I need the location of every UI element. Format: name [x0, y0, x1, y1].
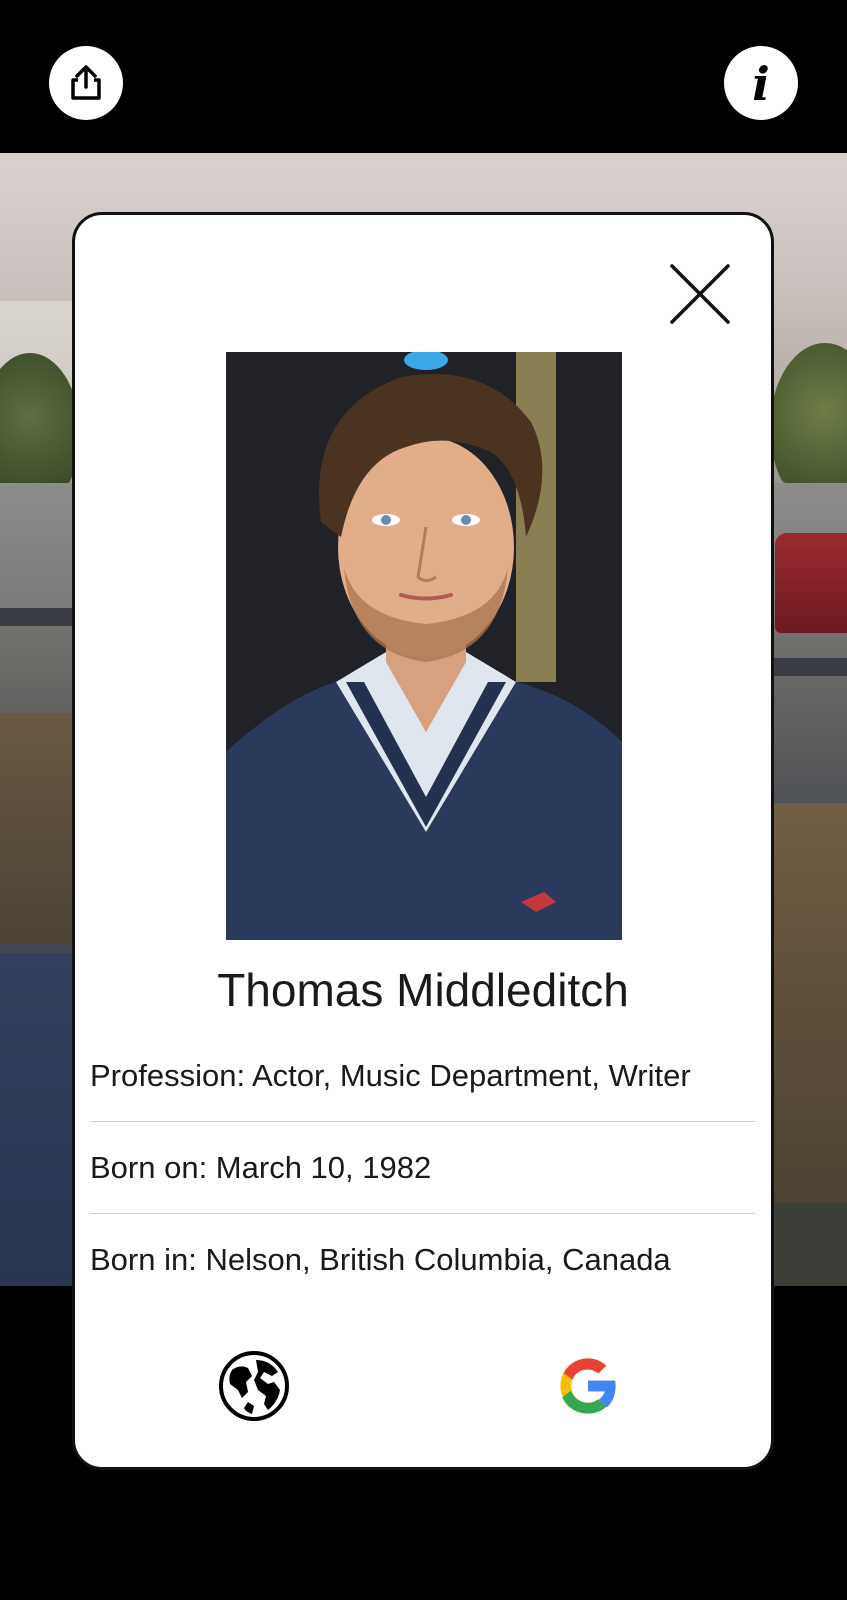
share-icon — [71, 65, 101, 100]
person-name: Thomas Middleditch — [217, 964, 629, 1016]
birth-date-row: Born on: March 10, 1982 — [90, 1122, 756, 1214]
info-button[interactable]: i — [724, 46, 798, 120]
background-railing — [0, 608, 75, 626]
web-search-button[interactable] — [217, 1349, 291, 1423]
top-bar: i — [0, 0, 847, 153]
background-ground — [770, 1203, 847, 1286]
share-button[interactable] — [49, 46, 123, 120]
background-railing — [770, 658, 847, 676]
globe-icon — [219, 1351, 289, 1421]
google-icon — [560, 1358, 618, 1414]
google-search-button[interactable] — [551, 1349, 625, 1423]
person-info-card: Thomas Middleditch Profession: Actor, Mu… — [72, 212, 774, 1470]
close-button[interactable] — [667, 261, 733, 327]
background-ground — [0, 953, 75, 1286]
profession-row: Profession: Actor, Music Department, Wri… — [90, 1030, 756, 1122]
info-icon: i — [752, 57, 770, 111]
birth-place-row: Born in: Nelson, British Columbia, Canad… — [90, 1242, 671, 1277]
background-car — [775, 533, 847, 633]
portrait-photo — [226, 352, 622, 940]
background-bushes — [0, 713, 75, 943]
background-bushes — [770, 803, 847, 1223]
close-icon — [670, 264, 730, 324]
